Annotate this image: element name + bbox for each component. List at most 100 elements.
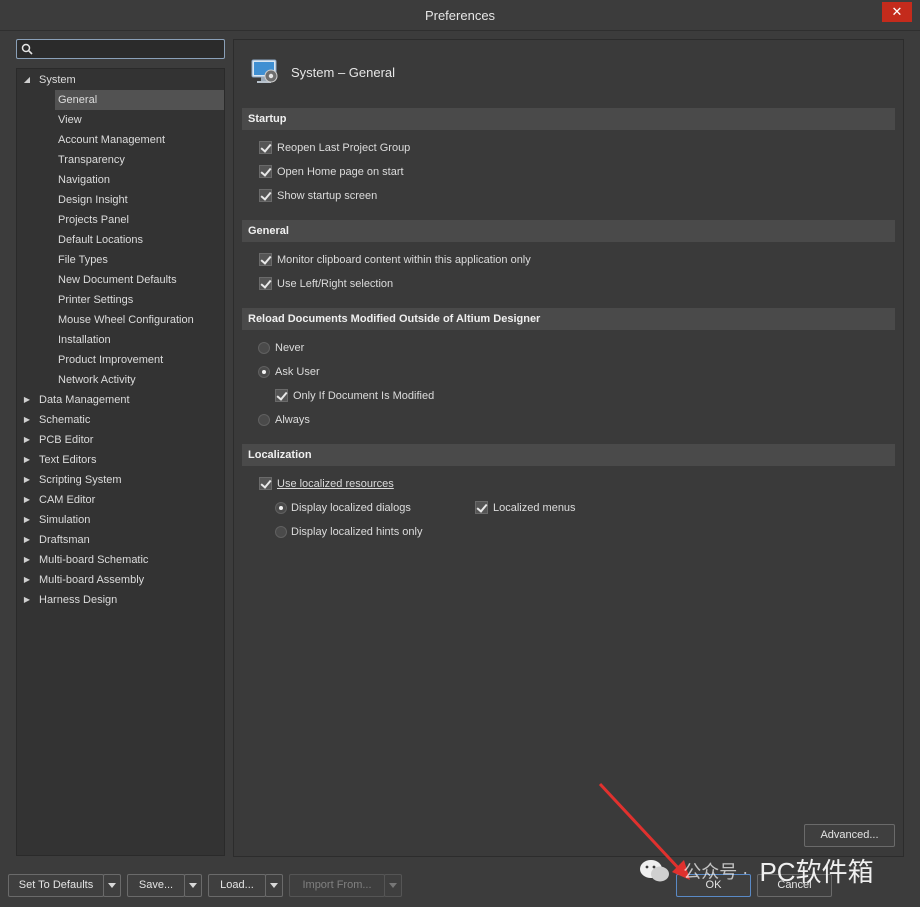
checkbox-checked-icon bbox=[259, 277, 272, 290]
tree-item-new-document-defaults[interactable]: New Document Defaults bbox=[17, 270, 224, 290]
tree-item-label: General bbox=[58, 94, 98, 106]
checkbox-checked-icon bbox=[259, 165, 272, 178]
tree-item-draftsman[interactable]: ▶ Draftsman bbox=[17, 530, 224, 550]
option-label: Open Home page on start bbox=[277, 166, 404, 178]
tree-item-file-types[interactable]: File Types bbox=[17, 250, 224, 270]
monitor-settings-icon bbox=[249, 55, 281, 87]
watermark: 公众号 · PC软件箱 bbox=[638, 852, 874, 892]
tree-item-label: Transparency bbox=[58, 154, 125, 166]
tree-item-transparency[interactable]: Transparency bbox=[17, 150, 224, 170]
checkbox-checked-icon bbox=[259, 477, 272, 490]
advanced-button[interactable]: Advanced... bbox=[804, 824, 895, 847]
watermark-text: PC软件箱 bbox=[759, 857, 874, 887]
radio-unselected-icon bbox=[258, 414, 270, 426]
watermark-prefix: 公众号 · bbox=[683, 861, 749, 882]
tree-item-label: Multi-board Assembly bbox=[39, 574, 145, 586]
save-button[interactable]: Save... bbox=[127, 874, 185, 897]
tree-item-general[interactable]: General bbox=[55, 90, 224, 110]
section-startup-header: Startup bbox=[242, 108, 895, 130]
checkbox-checked-icon bbox=[259, 189, 272, 202]
option-label: Monitor clipboard content within this ap… bbox=[277, 254, 531, 266]
tree-item-system[interactable]: ◢ System bbox=[17, 70, 224, 90]
tree-item-label: Data Management bbox=[39, 394, 130, 406]
collapsed-arrow-icon[interactable]: ▶ bbox=[22, 550, 32, 570]
tree-item-label: Projects Panel bbox=[58, 214, 129, 226]
tree-item-label: CAM Editor bbox=[39, 494, 96, 506]
import-from-dropdown[interactable] bbox=[384, 874, 402, 897]
tree-item-label: Navigation bbox=[58, 174, 110, 186]
tree-item-label: Simulation bbox=[39, 514, 91, 526]
search-input[interactable] bbox=[16, 39, 225, 59]
expanded-arrow-icon[interactable]: ◢ bbox=[22, 70, 32, 90]
tree-item-view[interactable]: View bbox=[17, 110, 224, 130]
tree-item-text-editors[interactable]: ▶ Text Editors bbox=[17, 450, 224, 470]
option-label: Ask User bbox=[275, 366, 320, 378]
section-reload-header: Reload Documents Modified Outside of Alt… bbox=[242, 308, 895, 330]
preferences-tree: ◢ System General View Account Management Tran… bbox=[16, 68, 225, 856]
radio-selected-icon bbox=[275, 502, 287, 514]
tree-item-label: Schematic bbox=[39, 414, 91, 426]
tree-item-data-management[interactable]: ▶ Data Management bbox=[17, 390, 224, 410]
tree-item-installation[interactable]: Installation bbox=[17, 330, 224, 350]
set-to-defaults-dropdown[interactable] bbox=[103, 874, 121, 897]
checkbox-checked-icon bbox=[275, 389, 288, 402]
tree-item-schematic[interactable]: ▶ Schematic bbox=[17, 410, 224, 430]
collapsed-arrow-icon[interactable]: ▶ bbox=[22, 590, 32, 610]
tree-item-label: Default Locations bbox=[58, 234, 143, 246]
tree-item-label: PCB Editor bbox=[39, 434, 94, 446]
import-from-button[interactable]: Import From... bbox=[289, 874, 385, 897]
collapsed-arrow-icon[interactable]: ▶ bbox=[22, 510, 32, 530]
collapsed-arrow-icon[interactable]: ▶ bbox=[22, 410, 32, 430]
tree-item-network-activity[interactable]: Network Activity bbox=[17, 370, 224, 390]
tree-item-scripting-system[interactable]: ▶ Scripting System bbox=[17, 470, 224, 490]
option-label: Only If Document Is Modified bbox=[293, 390, 435, 402]
tree-item-navigation[interactable]: Navigation bbox=[17, 170, 224, 190]
tree-item-cam-editor[interactable]: ▶ CAM Editor bbox=[17, 490, 224, 510]
option-label: Show startup screen bbox=[277, 190, 378, 202]
collapsed-arrow-icon[interactable]: ▶ bbox=[22, 450, 32, 470]
tree-item-simulation[interactable]: ▶ Simulation bbox=[17, 510, 224, 530]
tree-item-label: Installation bbox=[58, 334, 111, 346]
tree-item-account-management[interactable]: Account Management bbox=[17, 130, 224, 150]
tree-item-label: New Document Defaults bbox=[58, 274, 177, 286]
close-button[interactable]: ✕ bbox=[882, 2, 912, 22]
option-label: Never bbox=[275, 342, 305, 354]
collapsed-arrow-icon[interactable]: ▶ bbox=[22, 430, 32, 450]
tree-item-printer-settings[interactable]: Printer Settings bbox=[17, 290, 224, 310]
checkbox-checked-icon bbox=[259, 141, 272, 154]
tree-item-projects-panel[interactable]: Projects Panel bbox=[17, 210, 224, 230]
option-label: Localized menus bbox=[493, 502, 576, 514]
title-bar: Preferences ✕ bbox=[0, 0, 920, 31]
checkbox-checked-icon bbox=[259, 253, 272, 266]
tree-item-label: Mouse Wheel Configuration bbox=[58, 314, 194, 326]
tree-item-design-insight[interactable]: Design Insight bbox=[17, 190, 224, 210]
collapsed-arrow-icon[interactable]: ▶ bbox=[22, 390, 32, 410]
window-title: Preferences bbox=[424, 8, 496, 23]
tree-item-product-improvement[interactable]: Product Improvement bbox=[17, 350, 224, 370]
tree-item-multi-board-assembly[interactable]: ▶ Multi-board Assembly bbox=[17, 570, 224, 590]
tree-item-label: File Types bbox=[58, 254, 108, 266]
tree-item-label: Scripting System bbox=[39, 474, 122, 486]
load-button[interactable]: Load... bbox=[208, 874, 266, 897]
collapsed-arrow-icon[interactable]: ▶ bbox=[22, 490, 32, 510]
option-label: Display localized dialogs bbox=[291, 502, 411, 514]
tree-item-multi-board-schematic[interactable]: ▶ Multi-board Schematic bbox=[17, 550, 224, 570]
collapsed-arrow-icon[interactable]: ▶ bbox=[22, 570, 32, 590]
wechat-icon bbox=[640, 859, 669, 881]
save-dropdown[interactable] bbox=[184, 874, 202, 897]
tree-item-label: Design Insight bbox=[58, 194, 128, 206]
tree-item-default-locations[interactable]: Default Locations bbox=[17, 230, 224, 250]
tree-item-label: Product Improvement bbox=[58, 354, 164, 366]
tree-item-pcb-editor[interactable]: ▶ PCB Editor bbox=[17, 430, 224, 450]
tree-item-mouse-wheel-configuration[interactable]: Mouse Wheel Configuration bbox=[17, 310, 224, 330]
set-to-defaults-button[interactable]: Set To Defaults bbox=[8, 874, 104, 897]
load-dropdown[interactable] bbox=[265, 874, 283, 897]
radio-selected-icon bbox=[258, 366, 270, 378]
option-label: Always bbox=[275, 414, 310, 426]
collapsed-arrow-icon[interactable]: ▶ bbox=[22, 530, 32, 550]
tree-item-label: Account Management bbox=[58, 134, 166, 146]
tree-item-harness-design[interactable]: ▶ Harness Design bbox=[17, 590, 224, 610]
collapsed-arrow-icon[interactable]: ▶ bbox=[22, 470, 32, 490]
option-label: Use localized resources bbox=[277, 478, 394, 490]
tree-item-label: System bbox=[39, 74, 76, 86]
